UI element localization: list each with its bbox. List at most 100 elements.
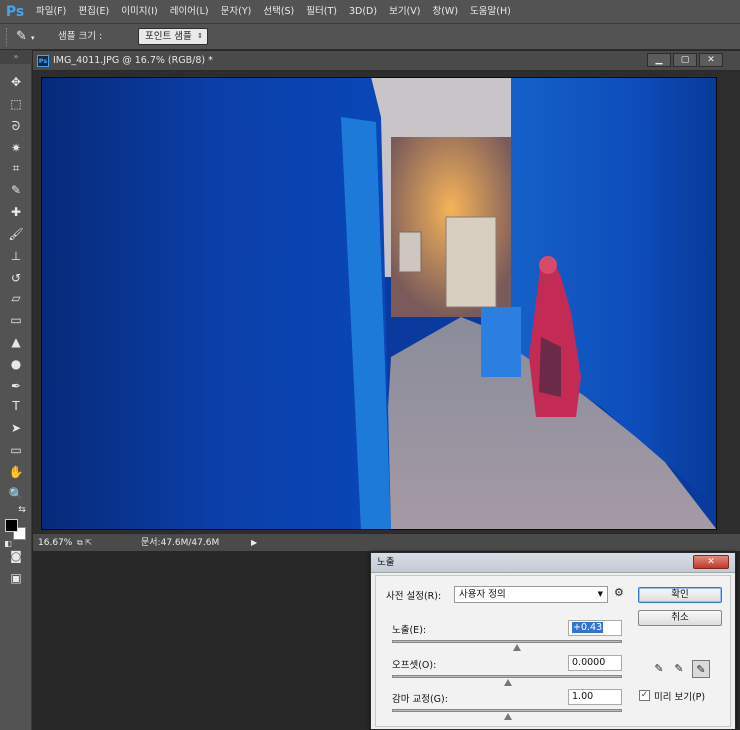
- marquee-tool-icon[interactable]: ⬚: [4, 94, 28, 114]
- exposure-label: 노출(E):: [392, 625, 427, 636]
- eyedropper-tool-icon[interactable]: ✎: [4, 180, 28, 200]
- menu-item-5[interactable]: 선택(S): [257, 0, 300, 24]
- menu-items: 파일(F) 편집(E) 이미지(I) 레이어(L) 문자(Y) 선택(S) 필터(T) 3D(…: [30, 0, 517, 24]
- black-point-eyedropper-icon[interactable]: ✎: [650, 660, 668, 678]
- export-icon[interactable]: ⇱: [85, 538, 92, 547]
- quick-mask-icon[interactable]: ◙: [4, 546, 28, 566]
- offset-field[interactable]: 0.0000: [568, 655, 622, 671]
- preset-select[interactable]: 사용자 정의 ▼: [454, 586, 608, 603]
- gray-point-eyedropper-icon[interactable]: ✎: [670, 660, 688, 678]
- menu-item-1[interactable]: 편집(E): [72, 0, 115, 24]
- exposure-slider-thumb[interactable]: [513, 644, 522, 651]
- exposure-slider-track[interactable]: [392, 640, 622, 651]
- zoom-level-field[interactable]: 16.67%: [38, 534, 72, 552]
- ok-button[interactable]: 확인: [638, 587, 722, 603]
- woman-head: [539, 256, 557, 274]
- eyedropper-icon[interactable]: ✎ ▾: [16, 27, 46, 47]
- chevron-down-icon: ▼: [597, 590, 603, 598]
- chevron-down-icon: ▾: [31, 34, 35, 42]
- brush-tool-icon[interactable]: 🖌: [4, 224, 28, 244]
- menu-item-3[interactable]: 레이어(L): [164, 0, 215, 24]
- dialog-title: 노출: [377, 557, 395, 568]
- dialog-close-button[interactable]: ✕: [693, 555, 729, 569]
- painted-alley-image[interactable]: [41, 77, 717, 530]
- cancel-button[interactable]: 취소: [638, 610, 722, 626]
- preset-options-gear-icon[interactable]: ⚙: [614, 586, 624, 599]
- white-point-eyedropper-icon[interactable]: ✎: [692, 660, 710, 678]
- exposure-field[interactable]: +0.43: [568, 620, 622, 636]
- crop-tool-icon[interactable]: ⌗: [4, 158, 28, 178]
- foreground-color-swatch[interactable]: [5, 519, 18, 532]
- status-icons: ⧉ ⇱: [77, 538, 92, 548]
- options-grip[interactable]: [6, 28, 9, 46]
- menu-item-2[interactable]: 이미지(I): [115, 0, 163, 24]
- gamma-slider-track[interactable]: [392, 709, 622, 720]
- document-window: Ps IMG_4011.JPG @ 16.7% (RGB/8) * ▁ ▢ ✕: [33, 51, 740, 551]
- toolbox-collapse-handle[interactable]: »: [0, 50, 32, 64]
- preset-value: 사용자 정의: [459, 589, 506, 600]
- sample-size-value: 포인트 샘플: [145, 31, 192, 42]
- maximize-button[interactable]: ▢: [673, 53, 697, 67]
- menu-item-6[interactable]: 필터(T): [300, 0, 343, 24]
- distant-door: [445, 216, 497, 308]
- gradient-tool-icon[interactable]: ▭: [4, 310, 28, 330]
- exposure-value: +0.43: [572, 622, 604, 633]
- document-title: IMG_4011.JPG @ 16.7% (RGB/8) *: [53, 55, 213, 66]
- menu-item-8[interactable]: 보기(V): [383, 0, 426, 24]
- dodge-tool-icon[interactable]: ●: [4, 354, 28, 374]
- preview-checkbox[interactable]: ✓: [639, 690, 650, 701]
- document-size: 문서:47.6M/47.6M: [141, 538, 220, 548]
- shape-tool-icon[interactable]: ▭: [4, 440, 28, 460]
- close-document-button[interactable]: ✕: [699, 53, 723, 67]
- sample-size-label: 샘플 크기 :: [58, 31, 103, 42]
- dialog-titlebar[interactable]: 노출 ✕: [371, 553, 735, 573]
- healing-brush-tool-icon[interactable]: ✚: [4, 202, 28, 222]
- distant-window: [398, 231, 422, 273]
- status-menu-arrow-icon[interactable]: ▶: [251, 534, 257, 552]
- lasso-tool-icon[interactable]: ᘐ: [4, 116, 28, 136]
- ps-document-icon: Ps: [37, 55, 49, 67]
- offset-slider-track[interactable]: [392, 675, 622, 686]
- gamma-label: 감마 교정(G):: [392, 694, 448, 705]
- menu-bar: Ps 파일(F) 편집(E) 이미지(I) 레이어(L) 문자(Y) 선택(S) 필터(T)…: [0, 0, 740, 24]
- type-tool-icon[interactable]: T: [4, 396, 28, 416]
- swap-colors-icon[interactable]: ⇆: [16, 500, 28, 520]
- dialog-body: 사전 설정(R): 사용자 정의 ▼ ⚙ 노출(E): +0.43 오프셋(O)…: [375, 575, 731, 727]
- path-selection-tool-icon[interactable]: ➤: [4, 418, 28, 438]
- magic-wand-tool-icon[interactable]: ✷: [4, 138, 28, 158]
- photoshop-logo: Ps: [5, 3, 25, 20]
- menu-item-10[interactable]: 도움말(H): [464, 0, 517, 24]
- menu-item-4[interactable]: 문자(Y): [215, 0, 258, 24]
- gamma-slider-thumb[interactable]: [504, 713, 512, 720]
- clone-stamp-tool-icon[interactable]: ⊥: [4, 246, 28, 266]
- screen-mode-icon[interactable]: ▣: [4, 568, 28, 588]
- sample-size-select[interactable]: 포인트 샘플 ⇕: [138, 28, 208, 45]
- canvas-area[interactable]: [33, 71, 740, 533]
- share-icon[interactable]: ⧉: [77, 538, 83, 547]
- offset-slider-thumb[interactable]: [504, 679, 512, 686]
- left-blue-wall: [41, 77, 391, 530]
- document-status-bar: 16.67% ⧉ ⇱ 문서:47.6M/47.6M ▶: [33, 533, 740, 551]
- preview-label: 미리 보기(P): [654, 692, 706, 703]
- options-bar: ✎ ▾ 샘플 크기 : 포인트 샘플 ⇕: [0, 24, 740, 50]
- document-tab[interactable]: Ps IMG_4011.JPG @ 16.7% (RGB/8) * ▁ ▢ ✕: [33, 51, 740, 71]
- gamma-field[interactable]: 1.00: [568, 689, 622, 705]
- menu-item-9[interactable]: 창(W): [426, 0, 464, 24]
- tool-preset-glyph: ✎: [16, 29, 27, 44]
- blue-door: [481, 307, 521, 377]
- woman-shawl: [539, 337, 561, 397]
- preset-label: 사전 설정(R):: [386, 591, 442, 602]
- toolbox: » ✥ ⬚ ᘐ ✷ ⌗ ✎ ✚ 🖌 ⊥ ↺ ▱ ▭ ▲ ● ✒ T ➤ ▭ ✋ 🔍 ◧ ⇆ ◙ ▣: [0, 50, 32, 730]
- minimize-button[interactable]: ▁: [647, 53, 671, 67]
- menu-item-7[interactable]: 3D(D): [343, 0, 383, 24]
- updown-arrow-icon: ⇕: [197, 32, 203, 40]
- menu-item-0[interactable]: 파일(F): [30, 0, 72, 24]
- eraser-tool-icon[interactable]: ▱: [4, 288, 28, 308]
- exposure-dialog: 노출 ✕ 사전 설정(R): 사용자 정의 ▼ ⚙ 노출(E): +0.43 오…: [370, 552, 736, 730]
- offset-label: 오프셋(O):: [392, 660, 437, 671]
- pen-tool-icon[interactable]: ✒: [4, 376, 28, 396]
- history-brush-tool-icon[interactable]: ↺: [4, 268, 28, 288]
- hand-tool-icon[interactable]: ✋: [4, 462, 28, 482]
- move-tool-icon[interactable]: ✥: [4, 72, 28, 92]
- blur-tool-icon[interactable]: ▲: [4, 332, 28, 352]
